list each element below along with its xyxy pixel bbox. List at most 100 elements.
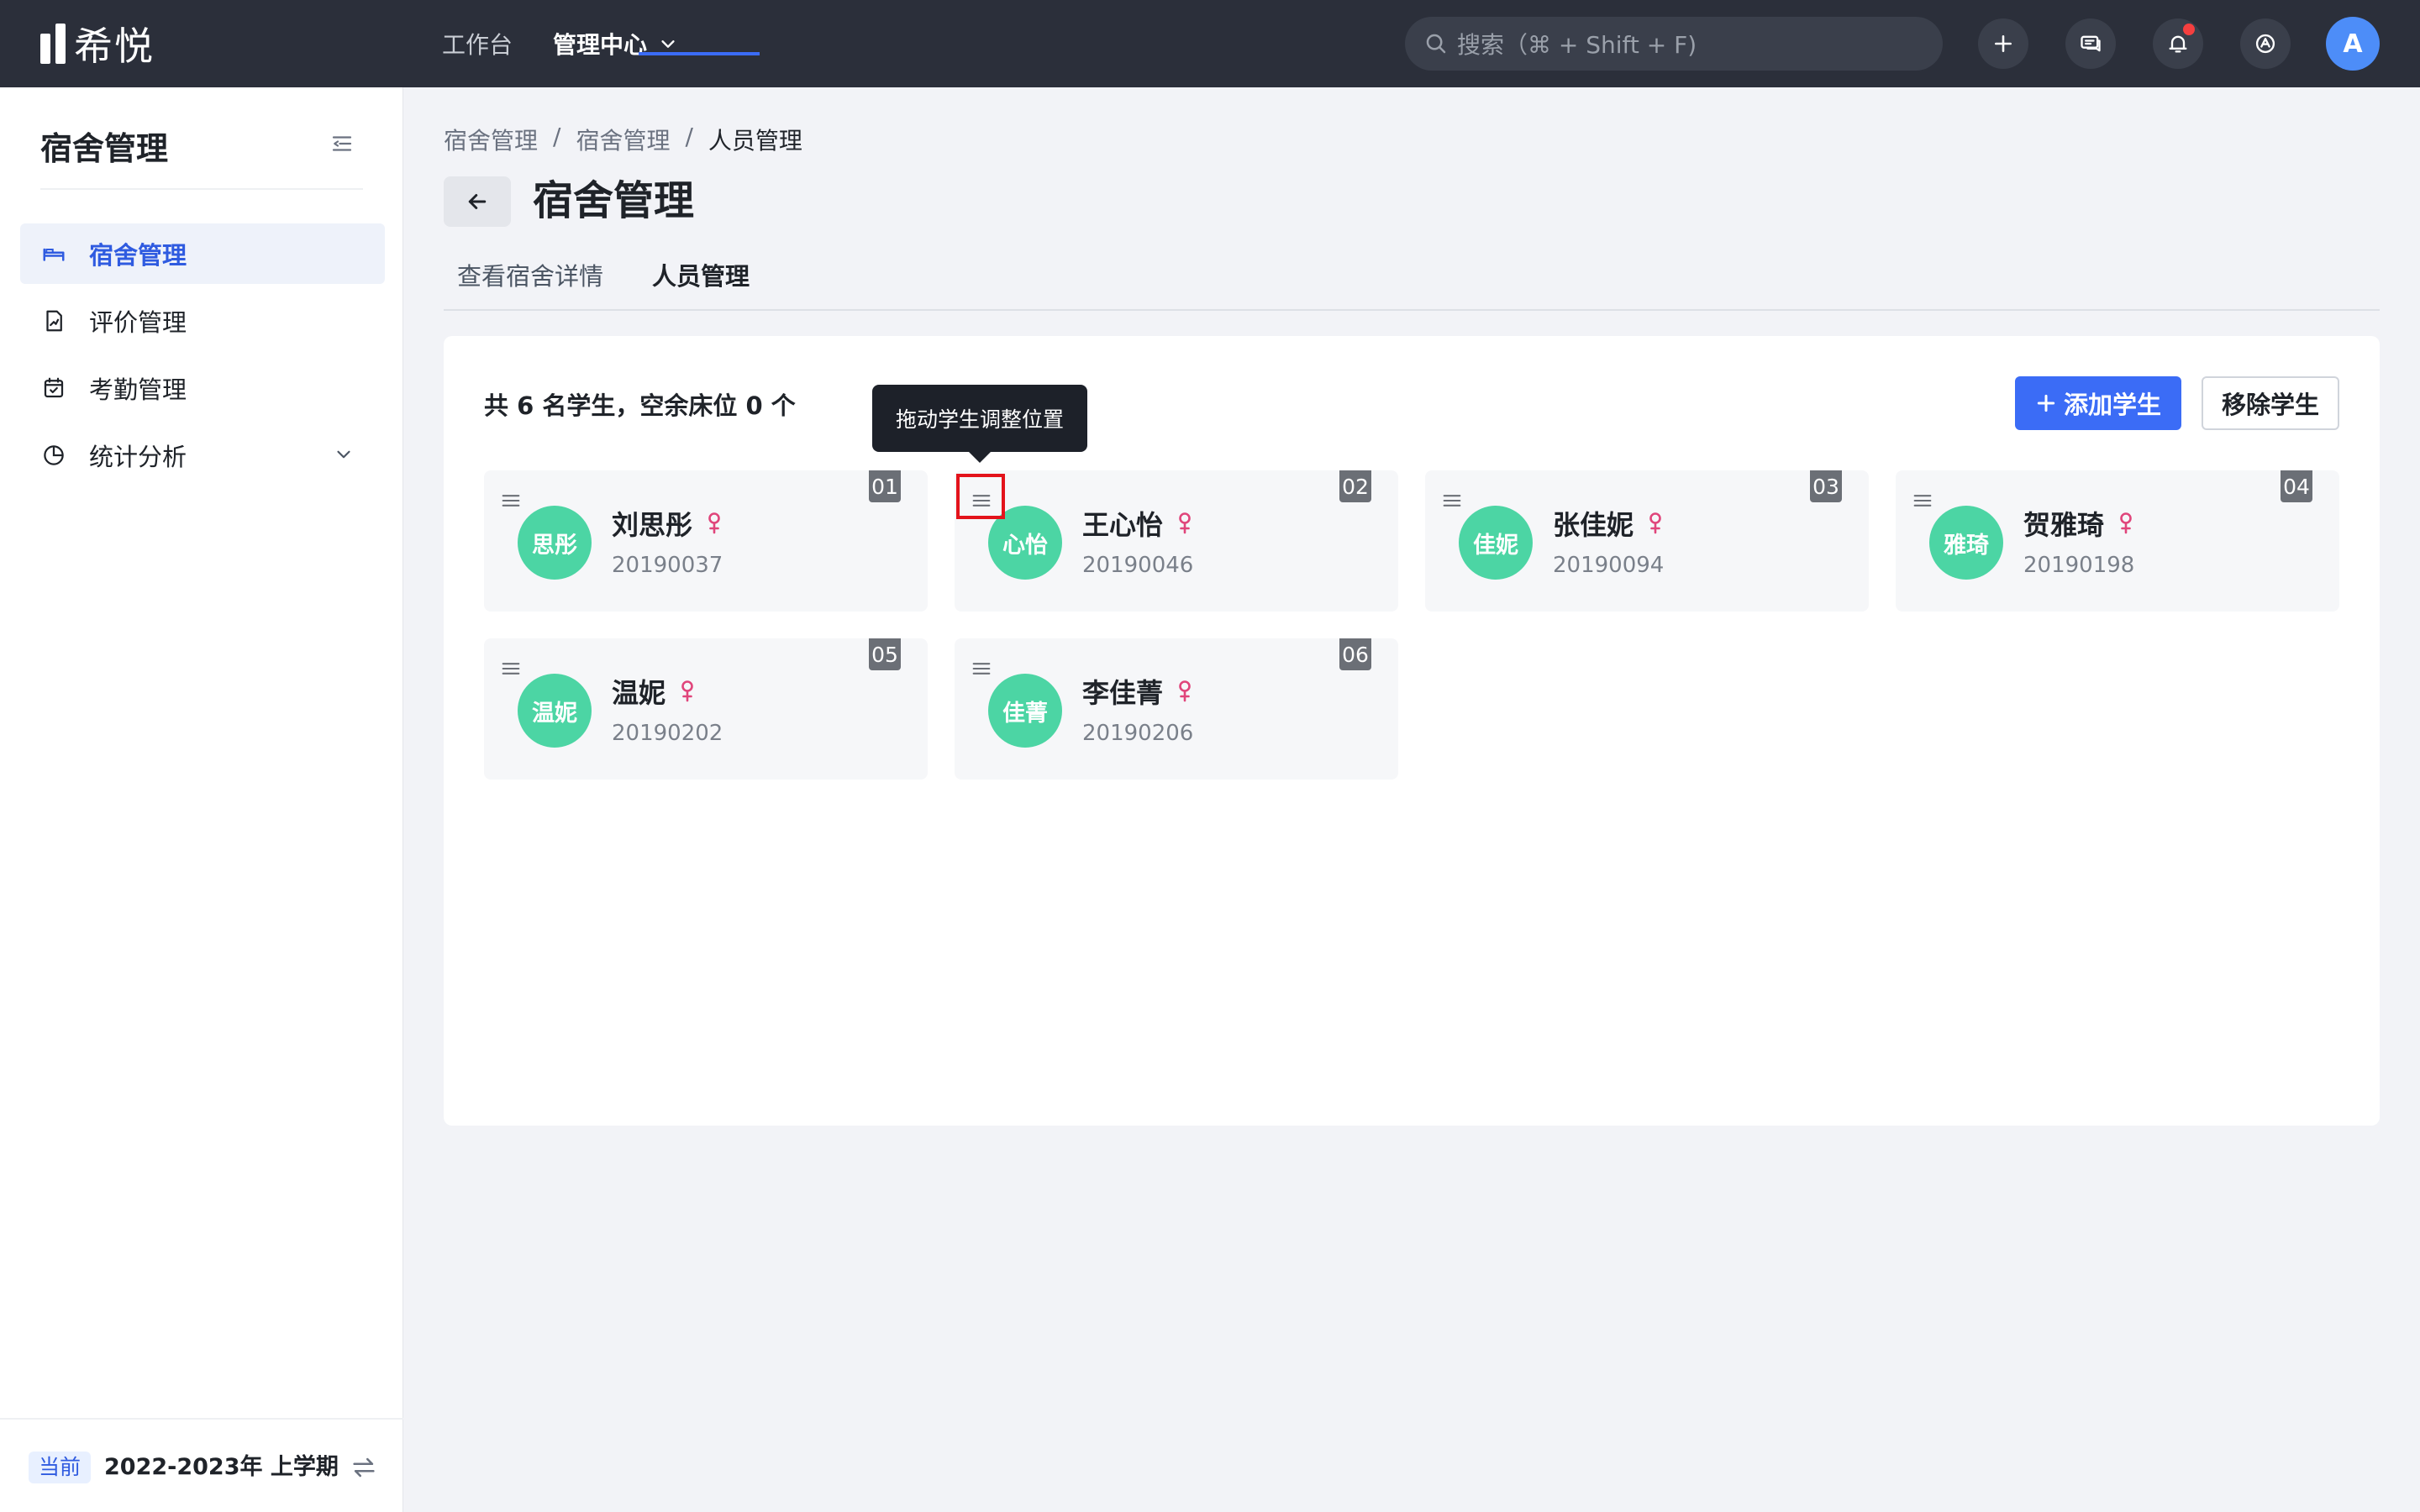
student-id: 20190202 [612,721,723,746]
tab-personnel[interactable]: 人员管理 [652,257,750,292]
student-name: 刘思彤 [612,509,693,541]
nav-management-center[interactable]: 管理中心 [553,27,677,60]
student-name-row: 张佳妮 [1553,504,1664,543]
switch-arrows-icon [353,1457,375,1478]
breadcrumb-item[interactable]: 宿舍管理 [576,123,670,156]
add-student-button[interactable]: 添加学生 [2015,376,2181,430]
tab-dorm-details[interactable]: 查看宿舍详情 [457,257,603,292]
sidebar-item-attendance[interactable]: 考勤管理 [20,358,385,418]
student-id: 20190206 [1082,721,1194,746]
student-name-row: 王心怡 [1082,504,1193,543]
bed-number-badge: 03 [1810,470,1842,502]
student-name: 温妮 [612,677,666,709]
top-nav: 工作台 管理中心 [442,0,677,87]
student-card[interactable]: 03 佳妮 张佳妮 20190094 [1425,470,1869,612]
breadcrumb-separator: / [685,123,693,150]
bed-number-badge: 04 [2281,470,2312,502]
back-button[interactable] [444,176,511,227]
student-avatar: 佳妮 [1459,506,1533,580]
drag-handle-icon[interactable] [970,657,993,684]
active-tab-indicator [639,52,760,55]
student-avatar: 思彤 [518,506,592,580]
plus-icon [2037,394,2055,412]
sidebar-item-label: 考勤管理 [89,375,187,404]
search-input[interactable]: 搜索（⌘ + Shift + F) [1405,17,1943,71]
drag-handle-icon[interactable] [499,489,523,516]
bed-number-badge: 01 [869,470,901,502]
bell-icon [2169,35,2187,53]
drag-handle-highlight [956,474,1005,519]
calendar-icon [40,375,67,402]
student-name-row: 温妮 [612,672,696,711]
breadcrumb-item[interactable]: 宿舍管理 [444,123,538,156]
student-id: 20190046 [1082,553,1194,578]
sidebar-item-dorm-management[interactable]: 宿舍管理 [20,223,385,284]
page-title: 宿舍管理 [533,177,695,224]
chevron-down-icon [337,450,350,459]
sidebar-item-label: 评价管理 [89,308,187,337]
student-card[interactable]: 02 心怡 王心怡 20190046 [955,470,1398,612]
student-avatar: 佳菁 [988,674,1062,748]
sidebar-collapse-button[interactable] [329,131,355,160]
search-icon [1426,34,1446,54]
student-avatar: 温妮 [518,674,592,748]
bed-number-badge: 06 [1339,638,1371,670]
pie-chart-icon [40,442,67,469]
chevron-down-icon [661,40,675,48]
student-name-row: 李佳菁 [1082,672,1193,711]
breadcrumb-separator: / [553,123,561,150]
student-id: 20190037 [612,553,723,578]
female-icon [708,512,720,534]
plus-icon [1995,35,2012,52]
report-icon [40,307,67,334]
female-icon [1649,512,1661,534]
user-avatar[interactable]: A [2326,17,2380,71]
student-id: 20190198 [2023,553,2135,578]
compass-icon [2255,34,2275,54]
female-icon [1179,680,1191,702]
student-name: 张佳妮 [1553,509,1634,541]
bed-icon [40,240,67,267]
messages-button[interactable] [2065,18,2116,69]
tab-bar: 查看宿舍详情 人员管理 [444,252,2380,311]
term-label: 2022-2023年 上学期 [104,1454,339,1480]
female-icon [681,680,693,702]
student-card[interactable]: 01 思彤 刘思彤 20190037 [484,470,928,612]
student-card[interactable]: 04 雅琦 贺雅琦 20190198 [1896,470,2339,612]
drag-handle-icon[interactable] [1911,489,1934,516]
term-current-badge: 当前 [29,1452,92,1483]
notification-dot [2183,24,2195,35]
sidebar-item-label: 统计分析 [89,443,187,471]
student-card[interactable]: 06 佳菁 李佳菁 20190206 [955,638,1398,780]
drag-tooltip: 拖动学生调整位置 [872,385,1087,452]
sidebar-title: 宿舍管理 [40,130,169,167]
arrow-left-icon [468,194,487,209]
message-icon [2081,35,2101,52]
drag-handle-icon[interactable] [499,657,523,684]
apps-button[interactable] [2240,18,2291,69]
search-placeholder: 搜索（⌘ + Shift + F) [1457,31,1697,59]
female-icon [2120,512,2132,534]
bed-number-badge: 02 [1339,470,1371,502]
logo-text: 希悦 [74,24,155,69]
nav-workbench[interactable]: 工作台 [442,27,513,60]
drag-handle-icon[interactable] [1440,489,1464,516]
breadcrumb: 宿舍管理 / 宿舍管理 / 人员管理 [444,123,802,156]
student-name: 王心怡 [1082,509,1164,541]
app-logo[interactable]: 希悦 [40,18,155,69]
remove-student-button[interactable]: 移除学生 [2202,376,2339,430]
sidebar-divider [40,188,363,190]
nav-management-center-label: 管理中心 [553,31,648,59]
bed-number-badge: 05 [869,638,901,670]
term-switch-button[interactable] [350,1453,378,1485]
notifications-button[interactable] [2153,18,2203,69]
student-id: 20190094 [1553,553,1665,578]
student-card[interactable]: 05 温妮 温妮 20190202 [484,638,928,780]
sidebar-item-evaluation[interactable]: 评价管理 [20,291,385,351]
add-student-label: 添加学生 [2063,392,2161,419]
sidebar-item-statistics[interactable]: 统计分析 [20,425,385,486]
top-bar: 希悦 工作台 管理中心 搜索（⌘ + Shift + F) A [0,0,2420,87]
breadcrumb-current: 人员管理 [708,127,802,155]
add-button[interactable] [1978,18,2028,69]
student-summary: 共 6 名学生，空余床位 0 个 [484,391,796,420]
